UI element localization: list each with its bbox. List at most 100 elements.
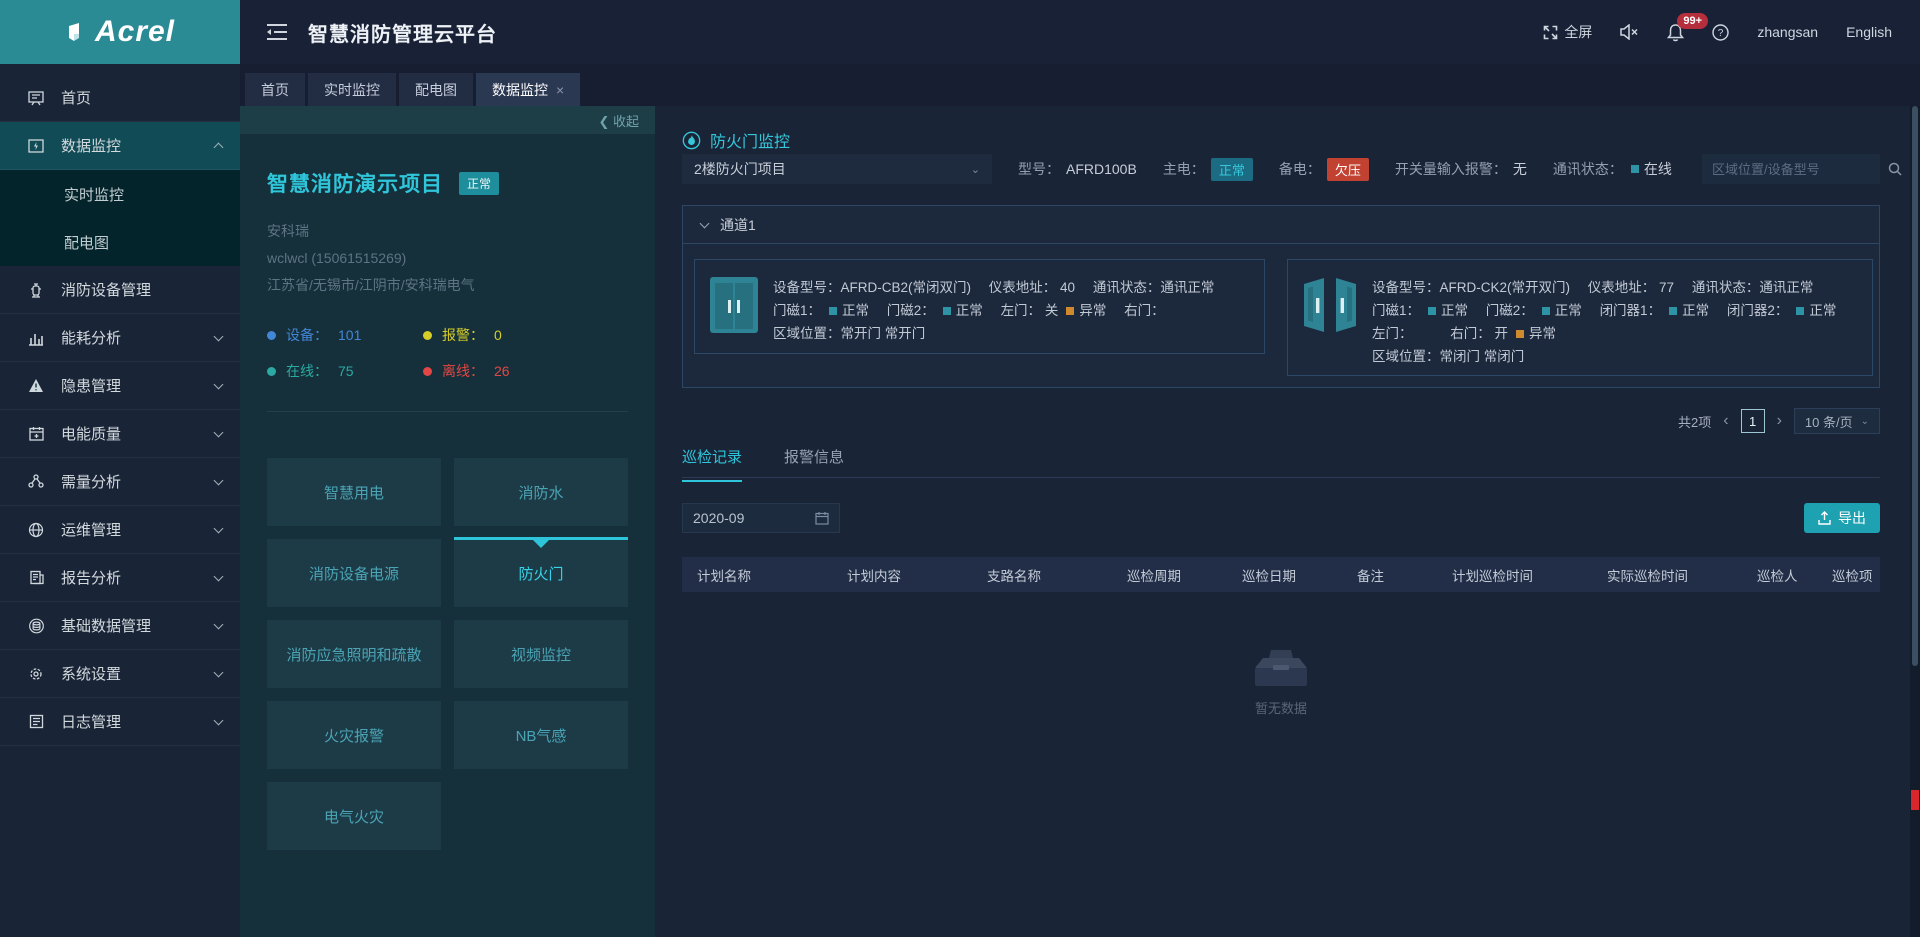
tab-realtime-monitor[interactable]: 实时监控 [308,73,396,106]
sidebar-item-ops-mgmt[interactable]: 运维管理 [0,506,240,554]
chevron-down-icon [213,331,224,341]
sidebar-item-power-diagram[interactable]: 配电图 [0,218,240,266]
tab-close-icon[interactable]: × [556,82,564,98]
subsystem-electrical-fire[interactable]: 电气火灾 [267,782,441,850]
status-square-normal [829,307,838,315]
stat-dot [267,366,276,376]
pagination: 共2项 ‹ 1 › 10 条/页 ⌄ [1678,408,1880,434]
pagination-total: 共2项 [1678,414,1712,430]
sidebar-item-fire-device-mgmt[interactable]: 消防设备管理 [0,266,240,314]
chevron-down-icon [213,427,224,437]
status-square-abnormal [1516,330,1525,338]
search-icon[interactable] [1888,162,1902,176]
device-line-status: 门磁1： 正常 门磁2： 正常 闭门器1： 正常 闭门器2： 正常 [1372,303,1837,318]
subsystem-fire-alarm[interactable]: 火灾报警 [267,701,441,769]
tab-home[interactable]: 首页 [245,73,305,106]
empty-state: 暂无数据 [682,646,1880,717]
status-square-normal [1796,307,1805,315]
device-card-afrd-cb2[interactable]: 设备型号：AFRD-CB2(常闭双门) 仪表地址： 40 通讯状态：通讯正常 门… [694,259,1265,354]
sidebar-item-base-data-mgmt[interactable]: 基础数据管理 [0,602,240,650]
comm-status-label: 通讯状态： [1552,161,1623,177]
vertical-scrollbar[interactable] [1910,106,1920,937]
column-header[interactable]: 计划内容 [832,565,972,585]
fullscreen-label: 全屏 [1564,24,1593,40]
export-button[interactable]: 导出 [1804,503,1880,533]
tabs-divider [682,477,1880,478]
sidebar-fold-icon[interactable] [266,23,288,41]
user-menu[interactable]: zhangsan [1757,24,1818,40]
select-chevron-icon: ⌄ [970,163,980,176]
column-header[interactable]: 巡检周期 [1112,565,1227,585]
panel-collapse-button[interactable]: ❮ 收起 [598,111,639,130]
column-header[interactable]: 支路名称 [972,565,1112,585]
subsystem-nb-gas[interactable]: NB气感 [454,701,628,769]
logo-text: Acrel [94,15,176,48]
scrollbar-alert-marker[interactable] [1911,790,1919,810]
help-button[interactable]: ? [1712,23,1730,41]
stat-alarms: 报警： 0 [423,325,628,345]
status-square-online [1630,165,1639,173]
sidebar-item-demand-analysis[interactable]: 需量分析 [0,458,240,506]
subsystem-fire-water[interactable]: 消防水 [454,458,628,526]
prev-page-icon[interactable]: ‹ [1723,411,1728,431]
column-header[interactable]: 计划名称 [682,565,832,585]
column-header[interactable]: 备注 [1342,565,1437,585]
main-power-badge: 正常 [1210,157,1253,181]
channel-header[interactable]: 通道1 [683,206,1879,244]
di-alarm-label: 开关量输入报警： [1394,161,1507,177]
chevron-down-icon [213,571,224,581]
device-line-model: 设备型号：AFRD-CB2(常闭双门) 仪表地址： 40 通讯状态：通讯正常 [773,280,1215,295]
tab-data-monitor[interactable]: 数据监控 × [476,73,581,106]
panel-divider [267,411,628,412]
next-page-icon[interactable]: › [1777,411,1782,431]
project-select[interactable]: 2楼防火门项目 ⌄ [682,154,992,184]
subsystem-emergency-lighting[interactable]: 消防应急照明和疏散 [267,620,441,688]
sidebar-item-power-quality[interactable]: 电能质量 [0,410,240,458]
sidebar-item-report-analysis[interactable]: 报告分析 [0,554,240,602]
globe-icon [26,522,46,538]
column-header[interactable]: 实际巡检时间 [1592,565,1742,585]
month-picker[interactable]: 2020-09 [682,503,840,533]
column-header[interactable]: 计划巡检时间 [1437,565,1592,585]
search-input[interactable] [1712,161,1888,177]
model-value: AFRD100B [1066,161,1137,177]
sidebar-item-log-mgmt[interactable]: 日志管理 [0,698,240,746]
tab-power-diagram[interactable]: 配电图 [399,73,473,106]
logo: Acrel [0,0,240,64]
channel-panel: 通道1 设备型号：AFRD-CB2(常闭双门) 仪表地址： 40 通讯状态：通讯… [682,205,1880,388]
subsystem-fire-equipment-power[interactable]: 消防设备电源 [267,539,441,607]
page-number[interactable]: 1 [1740,409,1765,433]
status-square-abnormal [1066,307,1075,315]
sidebar-item-hazard-mgmt[interactable]: 隐患管理 [0,362,240,410]
column-header[interactable]: 巡检人 [1742,565,1817,585]
notifications-button[interactable]: 99+ [1667,12,1709,42]
language-switch[interactable]: English [1846,24,1892,40]
column-header[interactable]: 巡检日期 [1227,565,1342,585]
empty-text: 暂无数据 [1254,701,1307,716]
sidebar-item-realtime-monitor[interactable]: 实时监控 [0,170,240,218]
question-circle-icon: ? [1712,23,1730,41]
stat-dot [423,330,432,340]
device-line-location: 区域位置：常闭门 常闭门 [1372,349,1525,364]
subsystem-video-monitor[interactable]: 视频监控 [454,620,628,688]
subsystem-fire-door[interactable]: 防火门 [454,537,628,607]
sidebar-item-home[interactable]: 首页 [0,74,240,122]
sidebar-item-energy-analysis[interactable]: 能耗分析 [0,314,240,362]
column-header[interactable]: 巡检项 [1817,565,1880,585]
door-closed-icon [709,276,759,337]
filter-bar: 2楼防火门项目 ⌄ 型号： AFRD100B 主电： 正常 备电： 欠压 开关量… [682,154,1902,184]
comm-status-value: 在线 [1643,161,1672,177]
subsystem-smart-power[interactable]: 智慧用电 [267,458,441,526]
report-icon [26,570,46,585]
scrollbar-thumb[interactable] [1912,106,1918,666]
mute-button[interactable] [1620,24,1639,40]
bar-chart-icon [26,330,46,346]
project-panel: ❮ 收起 智慧消防演示项目 正常 安科瑞 wclwcl (15061515269… [240,106,655,937]
device-card-afrd-ck2[interactable]: 设备型号：AFRD-CK2(常开双门) 仪表地址： 77 通讯状态：通讯正常 门… [1287,259,1873,376]
sidebar-item-data-monitor[interactable]: 数据监控 [0,122,240,170]
gear-icon [26,666,46,682]
fullscreen-button[interactable]: 全屏 [1543,22,1592,42]
sidebar-item-system-settings[interactable]: 系统设置 [0,650,240,698]
page-size-select[interactable]: 10 条/页 ⌄ [1793,408,1880,434]
backup-power-label: 备电： [1278,161,1321,177]
